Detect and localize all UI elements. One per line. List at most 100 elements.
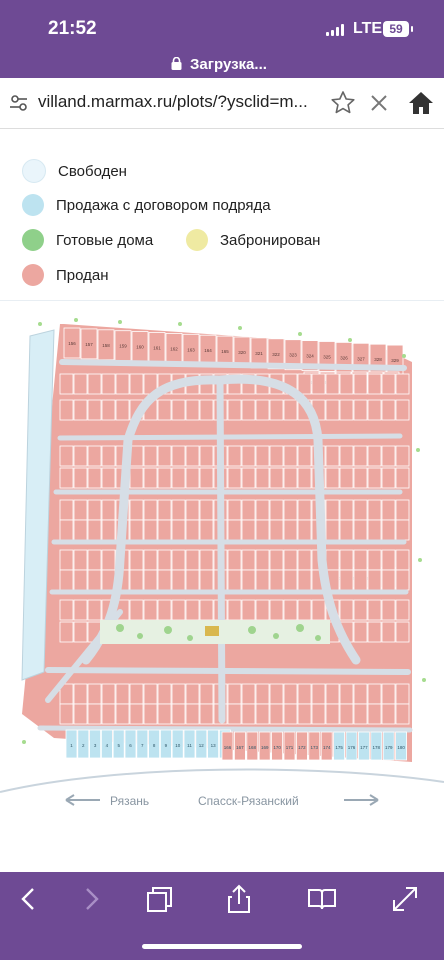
plot-shape[interactable] bbox=[269, 499, 284, 521]
plot-shape[interactable] bbox=[311, 683, 326, 705]
plot-shape[interactable] bbox=[59, 499, 74, 521]
plot[interactable] bbox=[381, 467, 396, 489]
plot-contract[interactable]: 8 bbox=[148, 729, 161, 759]
plot[interactable] bbox=[227, 599, 242, 621]
plot-shape[interactable] bbox=[325, 703, 340, 725]
plot[interactable] bbox=[395, 549, 410, 571]
plot-shape[interactable] bbox=[353, 599, 368, 621]
plot[interactable] bbox=[283, 549, 298, 571]
plot-shape[interactable] bbox=[297, 599, 312, 621]
plot[interactable] bbox=[283, 703, 298, 725]
plot-shape[interactable] bbox=[395, 549, 410, 571]
plot-shape[interactable] bbox=[255, 467, 270, 489]
plot-contract[interactable]: 175 bbox=[333, 731, 346, 761]
plot[interactable] bbox=[185, 599, 200, 621]
plot-shape[interactable] bbox=[59, 569, 74, 591]
plot-shape[interactable] bbox=[143, 445, 158, 467]
plot-shape[interactable] bbox=[325, 467, 340, 489]
plot[interactable] bbox=[73, 703, 88, 725]
plot[interactable] bbox=[101, 467, 116, 489]
plot-shape[interactable] bbox=[73, 599, 88, 621]
plot[interactable] bbox=[297, 499, 312, 521]
plot[interactable] bbox=[129, 467, 144, 489]
plot[interactable] bbox=[269, 467, 284, 489]
expand-icon[interactable] bbox=[388, 882, 422, 916]
plot-shape[interactable] bbox=[59, 519, 74, 541]
plot[interactable] bbox=[59, 621, 74, 643]
plot[interactable] bbox=[87, 499, 102, 521]
plot[interactable] bbox=[227, 499, 242, 521]
back-icon[interactable] bbox=[12, 882, 46, 916]
plot[interactable] bbox=[227, 703, 242, 725]
plot-shape[interactable] bbox=[297, 569, 312, 591]
plot-shape[interactable] bbox=[171, 467, 186, 489]
plot[interactable] bbox=[199, 683, 214, 705]
tabs-icon[interactable] bbox=[143, 882, 177, 916]
plot-shape[interactable] bbox=[73, 373, 88, 395]
plot[interactable] bbox=[339, 399, 354, 421]
stop-loading-icon[interactable] bbox=[368, 92, 390, 114]
plot[interactable] bbox=[87, 549, 102, 571]
plot-shape[interactable] bbox=[171, 703, 186, 725]
plot[interactable] bbox=[339, 519, 354, 541]
plot[interactable] bbox=[143, 703, 158, 725]
plot-shape[interactable] bbox=[283, 467, 298, 489]
plot-shape[interactable] bbox=[227, 499, 242, 521]
plot-shape[interactable] bbox=[59, 599, 74, 621]
plot[interactable] bbox=[157, 445, 172, 467]
plot[interactable] bbox=[171, 683, 186, 705]
plot-shape[interactable] bbox=[325, 499, 340, 521]
plot[interactable] bbox=[395, 399, 410, 421]
plot[interactable] bbox=[115, 373, 130, 395]
plot-shape[interactable] bbox=[325, 683, 340, 705]
plot-shape[interactable] bbox=[283, 445, 298, 467]
plot[interactable] bbox=[241, 445, 256, 467]
plot[interactable] bbox=[101, 703, 116, 725]
plot-shape[interactable] bbox=[129, 569, 144, 591]
plot-shape[interactable] bbox=[227, 549, 242, 571]
plot[interactable] bbox=[367, 599, 382, 621]
plot-shape[interactable] bbox=[241, 445, 256, 467]
plot[interactable] bbox=[353, 621, 368, 643]
plot[interactable] bbox=[339, 569, 354, 591]
plot-shape[interactable] bbox=[241, 499, 256, 521]
plot-shape[interactable] bbox=[269, 599, 284, 621]
plot-shape[interactable] bbox=[297, 445, 312, 467]
plot-shape[interactable] bbox=[381, 519, 396, 541]
plot[interactable] bbox=[129, 445, 144, 467]
plot-contract[interactable]: 11 bbox=[183, 729, 196, 759]
plot[interactable] bbox=[381, 703, 396, 725]
book-icon[interactable] bbox=[305, 882, 339, 916]
plot-shape[interactable] bbox=[255, 549, 270, 571]
plot[interactable] bbox=[339, 549, 354, 571]
plot-contract[interactable]: 9 bbox=[159, 729, 172, 759]
plot-shape[interactable] bbox=[87, 373, 102, 395]
plot-shape[interactable] bbox=[101, 399, 116, 421]
plot-shape[interactable] bbox=[367, 683, 382, 705]
plot-shape[interactable] bbox=[297, 683, 312, 705]
plot-shape[interactable] bbox=[241, 519, 256, 541]
plot[interactable] bbox=[255, 569, 270, 591]
plot-shape[interactable] bbox=[129, 599, 144, 621]
plot[interactable] bbox=[297, 683, 312, 705]
plot-shape[interactable] bbox=[395, 683, 410, 705]
plot-shape[interactable] bbox=[395, 373, 410, 395]
plot-shape[interactable] bbox=[255, 499, 270, 521]
plot[interactable] bbox=[73, 549, 88, 571]
plot[interactable] bbox=[73, 467, 88, 489]
plot[interactable] bbox=[311, 599, 326, 621]
plot-shape[interactable] bbox=[367, 621, 382, 643]
plot-shape[interactable] bbox=[381, 549, 396, 571]
plot-shape[interactable] bbox=[269, 683, 284, 705]
plot-shape[interactable] bbox=[157, 499, 172, 521]
plot-shape[interactable] bbox=[143, 599, 158, 621]
plot[interactable] bbox=[59, 703, 74, 725]
plot[interactable] bbox=[297, 549, 312, 571]
plot[interactable] bbox=[59, 519, 74, 541]
plot[interactable] bbox=[367, 621, 382, 643]
plot[interactable] bbox=[241, 703, 256, 725]
plot-top[interactable]: 164 bbox=[199, 334, 217, 366]
plot-shape[interactable] bbox=[339, 683, 354, 705]
plot[interactable] bbox=[101, 399, 116, 421]
plot-shape[interactable] bbox=[101, 467, 116, 489]
